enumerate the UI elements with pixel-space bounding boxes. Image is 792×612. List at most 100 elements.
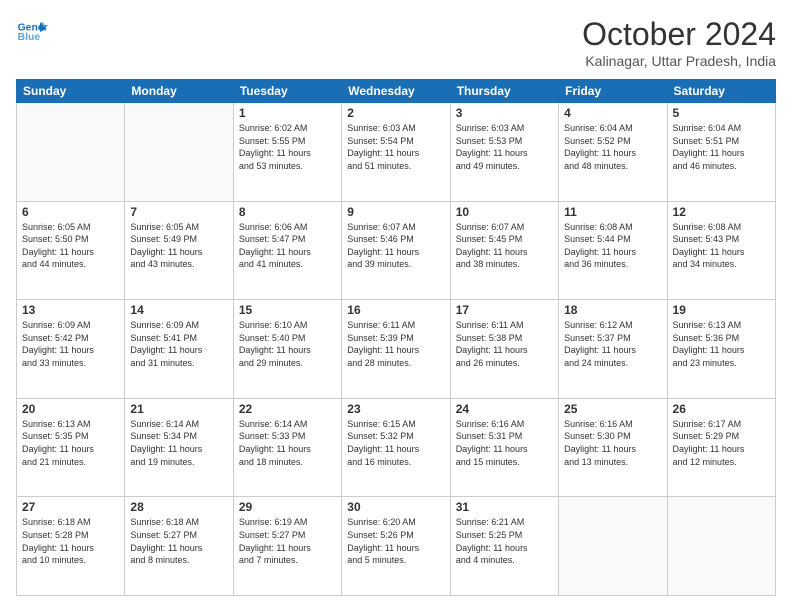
day-info: Sunrise: 6:17 AM Sunset: 5:29 PM Dayligh… bbox=[673, 418, 770, 468]
calendar-week-4: 20 Sunrise: 6:13 AM Sunset: 5:35 PM Dayli… bbox=[17, 398, 776, 497]
location: Kalinagar, Uttar Pradesh, India bbox=[582, 53, 776, 69]
day-header-friday: Friday bbox=[559, 80, 667, 103]
day-info: Sunrise: 6:04 AM Sunset: 5:52 PM Dayligh… bbox=[564, 122, 661, 172]
day-info: Sunrise: 6:03 AM Sunset: 5:53 PM Dayligh… bbox=[456, 122, 553, 172]
day-number: 12 bbox=[673, 205, 770, 219]
day-info: Sunrise: 6:05 AM Sunset: 5:50 PM Dayligh… bbox=[22, 221, 119, 271]
day-number: 5 bbox=[673, 106, 770, 120]
day-number: 28 bbox=[130, 500, 227, 514]
calendar-cell bbox=[559, 497, 667, 596]
calendar-cell: 21 Sunrise: 6:14 AM Sunset: 5:34 PM Dayli… bbox=[125, 398, 233, 497]
calendar-week-5: 27 Sunrise: 6:18 AM Sunset: 5:28 PM Dayli… bbox=[17, 497, 776, 596]
day-info: Sunrise: 6:08 AM Sunset: 5:44 PM Dayligh… bbox=[564, 221, 661, 271]
calendar-cell: 19 Sunrise: 6:13 AM Sunset: 5:36 PM Dayli… bbox=[667, 300, 775, 399]
calendar-cell: 10 Sunrise: 6:07 AM Sunset: 5:45 PM Dayli… bbox=[450, 201, 558, 300]
calendar-cell: 15 Sunrise: 6:10 AM Sunset: 5:40 PM Dayli… bbox=[233, 300, 341, 399]
svg-text:Blue: Blue bbox=[18, 32, 41, 43]
calendar-cell: 8 Sunrise: 6:06 AM Sunset: 5:47 PM Daylig… bbox=[233, 201, 341, 300]
day-number: 11 bbox=[564, 205, 661, 219]
title-block: October 2024 Kalinagar, Uttar Pradesh, I… bbox=[582, 16, 776, 69]
calendar-cell: 22 Sunrise: 6:14 AM Sunset: 5:33 PM Dayli… bbox=[233, 398, 341, 497]
day-info: Sunrise: 6:09 AM Sunset: 5:42 PM Dayligh… bbox=[22, 319, 119, 369]
day-info: Sunrise: 6:18 AM Sunset: 5:28 PM Dayligh… bbox=[22, 516, 119, 566]
day-info: Sunrise: 6:13 AM Sunset: 5:35 PM Dayligh… bbox=[22, 418, 119, 468]
day-number: 16 bbox=[347, 303, 444, 317]
day-number: 19 bbox=[673, 303, 770, 317]
calendar-cell: 30Sunrise: 6:20 AM Sunset: 5:26 PM Dayli… bbox=[342, 497, 450, 596]
day-info: Sunrise: 6:14 AM Sunset: 5:33 PM Dayligh… bbox=[239, 418, 336, 468]
calendar-cell bbox=[17, 103, 125, 202]
calendar-header-row: SundayMondayTuesdayWednesdayThursdayFrid… bbox=[17, 80, 776, 103]
day-info: Sunrise: 6:07 AM Sunset: 5:46 PM Dayligh… bbox=[347, 221, 444, 271]
calendar-cell: 28 Sunrise: 6:18 AM Sunset: 5:27 PM Dayli… bbox=[125, 497, 233, 596]
day-info: Sunrise: 6:21 AM Sunset: 5:25 PM Dayligh… bbox=[456, 516, 553, 566]
day-info: Sunrise: 6:13 AM Sunset: 5:36 PM Dayligh… bbox=[673, 319, 770, 369]
calendar-cell: 14Sunrise: 6:09 AM Sunset: 5:41 PM Dayli… bbox=[125, 300, 233, 399]
day-info: Sunrise: 6:18 AM Sunset: 5:27 PM Dayligh… bbox=[130, 516, 227, 566]
calendar-cell: 12 Sunrise: 6:08 AM Sunset: 5:43 PM Dayli… bbox=[667, 201, 775, 300]
calendar-body: 1 Sunrise: 6:02 AM Sunset: 5:55 PM Daylig… bbox=[17, 103, 776, 596]
day-number: 26 bbox=[673, 402, 770, 416]
day-info: Sunrise: 6:08 AM Sunset: 5:43 PM Dayligh… bbox=[673, 221, 770, 271]
day-number: 18 bbox=[564, 303, 661, 317]
day-number: 10 bbox=[456, 205, 553, 219]
month-title: October 2024 bbox=[582, 16, 776, 53]
day-header-wednesday: Wednesday bbox=[342, 80, 450, 103]
day-number: 17 bbox=[456, 303, 553, 317]
day-number: 21 bbox=[130, 402, 227, 416]
day-info: Sunrise: 6:14 AM Sunset: 5:34 PM Dayligh… bbox=[130, 418, 227, 468]
calendar-week-3: 13 Sunrise: 6:09 AM Sunset: 5:42 PM Dayli… bbox=[17, 300, 776, 399]
day-number: 31 bbox=[456, 500, 553, 514]
day-info: Sunrise: 6:20 AM Sunset: 5:26 PM Dayligh… bbox=[347, 516, 444, 566]
calendar-cell: 31 Sunrise: 6:21 AM Sunset: 5:25 PM Dayli… bbox=[450, 497, 558, 596]
day-number: 24 bbox=[456, 402, 553, 416]
day-number: 4 bbox=[564, 106, 661, 120]
calendar-cell: 29Sunrise: 6:19 AM Sunset: 5:27 PM Dayli… bbox=[233, 497, 341, 596]
calendar-cell: 23Sunrise: 6:15 AM Sunset: 5:32 PM Dayli… bbox=[342, 398, 450, 497]
day-number: 6 bbox=[22, 205, 119, 219]
day-info: Sunrise: 6:02 AM Sunset: 5:55 PM Dayligh… bbox=[239, 122, 336, 172]
day-info: Sunrise: 6:06 AM Sunset: 5:47 PM Dayligh… bbox=[239, 221, 336, 271]
day-number: 15 bbox=[239, 303, 336, 317]
day-info: Sunrise: 6:07 AM Sunset: 5:45 PM Dayligh… bbox=[456, 221, 553, 271]
day-info: Sunrise: 6:04 AM Sunset: 5:51 PM Dayligh… bbox=[673, 122, 770, 172]
calendar-cell: 17Sunrise: 6:11 AM Sunset: 5:38 PM Dayli… bbox=[450, 300, 558, 399]
calendar-cell: 13 Sunrise: 6:09 AM Sunset: 5:42 PM Dayli… bbox=[17, 300, 125, 399]
day-number: 8 bbox=[239, 205, 336, 219]
calendar-week-1: 1 Sunrise: 6:02 AM Sunset: 5:55 PM Daylig… bbox=[17, 103, 776, 202]
calendar-cell: 26 Sunrise: 6:17 AM Sunset: 5:29 PM Dayli… bbox=[667, 398, 775, 497]
header: General Blue October 2024 Kalinagar, Utt… bbox=[16, 16, 776, 69]
day-number: 1 bbox=[239, 106, 336, 120]
day-header-thursday: Thursday bbox=[450, 80, 558, 103]
day-info: Sunrise: 6:10 AM Sunset: 5:40 PM Dayligh… bbox=[239, 319, 336, 369]
day-info: Sunrise: 6:11 AM Sunset: 5:39 PM Dayligh… bbox=[347, 319, 444, 369]
logo-icon: General Blue bbox=[16, 16, 48, 48]
calendar-cell: 20 Sunrise: 6:13 AM Sunset: 5:35 PM Dayli… bbox=[17, 398, 125, 497]
day-info: Sunrise: 6:15 AM Sunset: 5:32 PM Dayligh… bbox=[347, 418, 444, 468]
logo: General Blue bbox=[16, 16, 48, 48]
day-number: 22 bbox=[239, 402, 336, 416]
day-number: 13 bbox=[22, 303, 119, 317]
day-header-monday: Monday bbox=[125, 80, 233, 103]
calendar-cell: 5 Sunrise: 6:04 AM Sunset: 5:51 PM Daylig… bbox=[667, 103, 775, 202]
day-number: 25 bbox=[564, 402, 661, 416]
day-number: 27 bbox=[22, 500, 119, 514]
calendar-cell: 16 Sunrise: 6:11 AM Sunset: 5:39 PM Dayli… bbox=[342, 300, 450, 399]
calendar-cell: 6 Sunrise: 6:05 AM Sunset: 5:50 PM Daylig… bbox=[17, 201, 125, 300]
calendar-cell: 25Sunrise: 6:16 AM Sunset: 5:30 PM Dayli… bbox=[559, 398, 667, 497]
day-info: Sunrise: 6:05 AM Sunset: 5:49 PM Dayligh… bbox=[130, 221, 227, 271]
day-number: 29 bbox=[239, 500, 336, 514]
calendar-cell: 9Sunrise: 6:07 AM Sunset: 5:46 PM Daylig… bbox=[342, 201, 450, 300]
day-info: Sunrise: 6:12 AM Sunset: 5:37 PM Dayligh… bbox=[564, 319, 661, 369]
calendar-cell: 1 Sunrise: 6:02 AM Sunset: 5:55 PM Daylig… bbox=[233, 103, 341, 202]
calendar-cell: 3Sunrise: 6:03 AM Sunset: 5:53 PM Daylig… bbox=[450, 103, 558, 202]
day-number: 14 bbox=[130, 303, 227, 317]
calendar-cell: 2 Sunrise: 6:03 AM Sunset: 5:54 PM Daylig… bbox=[342, 103, 450, 202]
calendar-cell: 11 Sunrise: 6:08 AM Sunset: 5:44 PM Dayli… bbox=[559, 201, 667, 300]
day-info: Sunrise: 6:03 AM Sunset: 5:54 PM Dayligh… bbox=[347, 122, 444, 172]
day-number: 20 bbox=[22, 402, 119, 416]
day-number: 2 bbox=[347, 106, 444, 120]
day-header-tuesday: Tuesday bbox=[233, 80, 341, 103]
calendar-table: SundayMondayTuesdayWednesdayThursdayFrid… bbox=[16, 79, 776, 596]
calendar-cell bbox=[667, 497, 775, 596]
